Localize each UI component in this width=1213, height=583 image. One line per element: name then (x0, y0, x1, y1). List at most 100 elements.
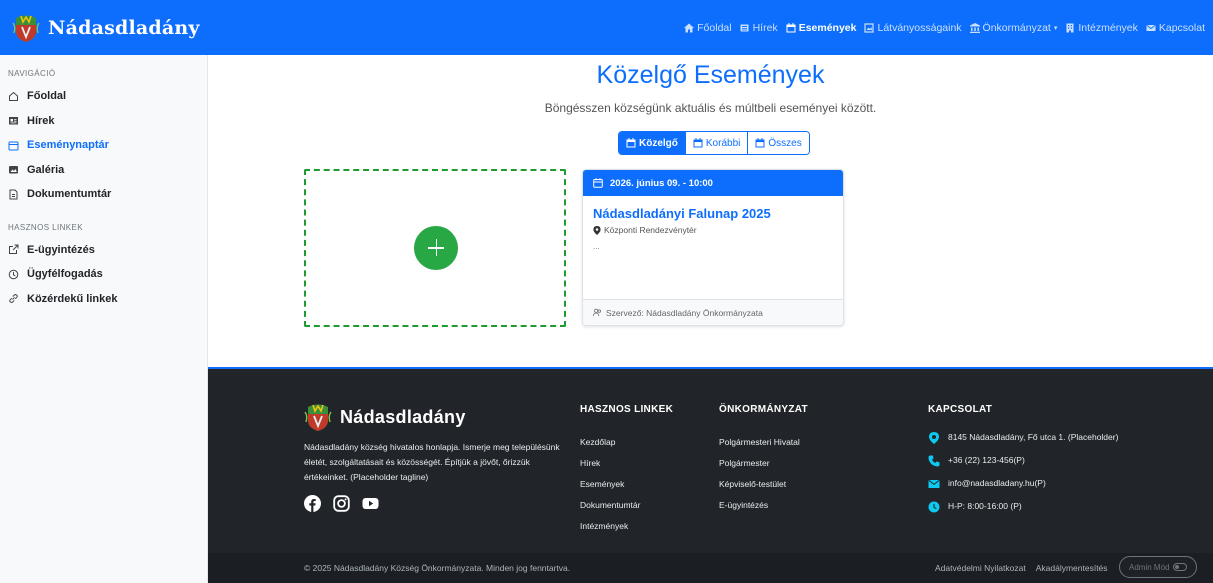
footer-contact-heading: KAPCSOLAT (928, 404, 993, 415)
sidebar-item-event-calendar[interactable]: Eseménynaptár (0, 133, 207, 158)
copyright-text: © 2025 Nádasdladány Község Önkormányzata… (304, 563, 571, 573)
privacy-policy-link[interactable]: Adatvédelmi Nyilatkozat (935, 563, 1026, 573)
instagram-icon[interactable] (333, 495, 350, 512)
image-icon (9, 166, 18, 174)
site-footer: Nádasdladány Nádasdladány község hivatal… (208, 367, 1213, 583)
footer-municipality-heading: ÖNKORMÁNYZAT (719, 404, 808, 415)
sidebar-item-e-administration[interactable]: E-ügyintézés (0, 238, 207, 263)
footer-link-documents[interactable]: Dokumentumtár (580, 500, 673, 521)
calendar-icon (755, 138, 765, 148)
footer-link-home[interactable]: Kezdőlap (580, 437, 673, 458)
envelope-icon (928, 480, 940, 488)
brand-title: Nádasdladány (48, 16, 200, 39)
brand[interactable]: Nádasdladány (12, 13, 200, 43)
calendar-icon (786, 22, 796, 32)
nav-link-label: Események (798, 21, 857, 34)
footer-link-mayors-office[interactable]: Polgármesteri Hivatal (719, 437, 808, 458)
filter-label: Korábbi (705, 137, 741, 149)
contact-hours: H-P: 8:00-16:00 (P) (928, 500, 1128, 513)
map-pin-icon (593, 225, 601, 235)
plus-icon (414, 226, 458, 270)
external-link-icon (9, 244, 19, 255)
filter-past-button[interactable]: Korábbi (684, 132, 748, 154)
sidebar-item-home[interactable]: Főoldal (0, 84, 207, 109)
event-organizer-text: Szervező: Nádasdladány Önkormányzata (606, 307, 763, 318)
contact-hours-text: H-P: 8:00-16:00 (P) (948, 501, 1022, 511)
filter-label: Összes (768, 137, 802, 149)
top-navbar: Nádasdladány Főoldal Hírek Események Lát… (0, 0, 1213, 55)
sidebar-heading-navigation: NAVIGÁCIÓ (8, 69, 56, 78)
social-links (304, 495, 379, 512)
main-content: Közelgő Események Böngésszen községünk a… (208, 55, 1213, 367)
nav-link-news[interactable]: Hírek (740, 22, 778, 34)
sidebar-item-label: Ügyfélfogadás (27, 268, 103, 281)
nav-link-sights[interactable]: Látványosságaink (864, 21, 962, 34)
sidebar-heading-useful-links: HASZNOS LINKEK (8, 222, 83, 232)
nav-link-events[interactable]: Események (786, 21, 857, 34)
footer-link-institutions[interactable]: Intézmények (580, 521, 673, 542)
contact-phone: +36 (22) 123-456(P) (928, 454, 1128, 467)
landmark-icon (864, 22, 875, 33)
toggle-icon (1173, 563, 1188, 571)
nav-link-contact[interactable]: Kapcsolat (1146, 22, 1205, 34)
event-title-link[interactable]: Nádasdladányi Falunap 2025 (593, 206, 771, 221)
event-card: 2026. június 09. - 10:00 Nádasdladányi F… (582, 169, 844, 326)
coat-of-arms-icon (12, 14, 40, 42)
event-location-text: Központi Rendezvénytér (604, 225, 697, 235)
nav-link-home[interactable]: Főoldal (684, 22, 732, 34)
event-date-header: 2026. június 09. - 10:00 (583, 170, 843, 196)
nav-link-label: Intézmények (1078, 21, 1138, 34)
facebook-icon[interactable] (304, 495, 321, 512)
sidebar-item-label: Galéria (27, 163, 65, 176)
nav-link-label: Önkormányzat (982, 21, 1051, 34)
nav-link-label: Kapcsolat (1158, 21, 1205, 34)
link-icon (9, 294, 18, 304)
page-subtitle: Böngésszen községünk aktuális és múltbel… (544, 101, 877, 115)
add-event-card[interactable] (304, 169, 566, 327)
sidebar-item-label: Eseménynaptár (27, 139, 109, 152)
sidebar-item-public-links[interactable]: Közérdekű linkek (0, 287, 207, 312)
newspaper-icon (740, 24, 749, 31)
filter-upcoming-button[interactable]: Közelgő (619, 132, 685, 154)
contact-email: info@nadasdladany.hu(P) (928, 477, 1128, 490)
calendar-icon (8, 141, 19, 151)
sidebar-item-gallery[interactable]: Galéria (0, 158, 207, 183)
footer-municipality: ÖNKORMÁNYZAT Polgármesteri Hivatal Polgá… (719, 404, 808, 521)
footer-contact: KAPCSOLAT 8145 Nádasdladány, Fő utca 1. … (928, 404, 1128, 523)
sidebar-item-news[interactable]: Hírek (0, 109, 207, 134)
event-filter-group: Közelgő Korábbi Összes (618, 131, 810, 155)
clock-icon (928, 501, 940, 513)
calendar-icon (693, 138, 703, 148)
footer-brand: Nádasdladány (304, 402, 466, 432)
footer-link-mayor[interactable]: Polgármester (719, 458, 808, 479)
nav-link-label: Látványosságaink (877, 21, 962, 34)
envelope-icon (1146, 24, 1156, 31)
sidebar-item-label: Hírek (27, 114, 55, 127)
event-location: Központi Rendezvénytér (593, 225, 697, 235)
sidebar-item-office-hours[interactable]: Ügyfélfogadás (0, 262, 207, 287)
event-description: ... (593, 242, 600, 251)
coat-of-arms-icon (304, 404, 332, 431)
admin-mode-toggle[interactable]: Admin Mód (1119, 556, 1198, 578)
footer-link-council[interactable]: Képviselő-testület (719, 479, 808, 500)
event-date: 2026. június 09. - 10:00 (610, 177, 713, 189)
footer-link-events[interactable]: Események (580, 479, 673, 500)
building-icon (1066, 23, 1074, 32)
filter-label: Közelgő (639, 137, 678, 149)
contact-phone-text: +36 (22) 123-456(P) (948, 455, 1025, 465)
footer-link-news[interactable]: Hírek (580, 458, 673, 479)
nav-link-municipality[interactable]: Önkormányzat ▾ (969, 21, 1057, 34)
sidebar-item-documents[interactable]: Dokumentumtár (0, 182, 207, 207)
footer-link-e-administration[interactable]: E-ügyintézés (719, 500, 808, 521)
nav-link-institutions[interactable]: Intézmények (1065, 22, 1138, 34)
accessibility-link[interactable]: Akadálymentesítés (1036, 563, 1108, 573)
footer-useful-links: HASZNOS LINKEK Kezdőlap Hírek Események … (580, 404, 673, 542)
newspaper-icon (9, 117, 18, 125)
nav-link-label: Hírek (752, 21, 778, 34)
youtube-icon[interactable] (362, 495, 379, 512)
event-organizer: Szervező: Nádasdladány Önkormányzata (583, 299, 843, 325)
legal-links: Adatvédelmi Nyilatkozat Akadálymentesíté… (935, 563, 1108, 573)
filter-all-button[interactable]: Összes (747, 132, 809, 154)
sidebar-item-label: Főoldal (27, 90, 67, 103)
footer-tagline: Nádasdladány község hivatalos honlapja. … (304, 442, 560, 482)
